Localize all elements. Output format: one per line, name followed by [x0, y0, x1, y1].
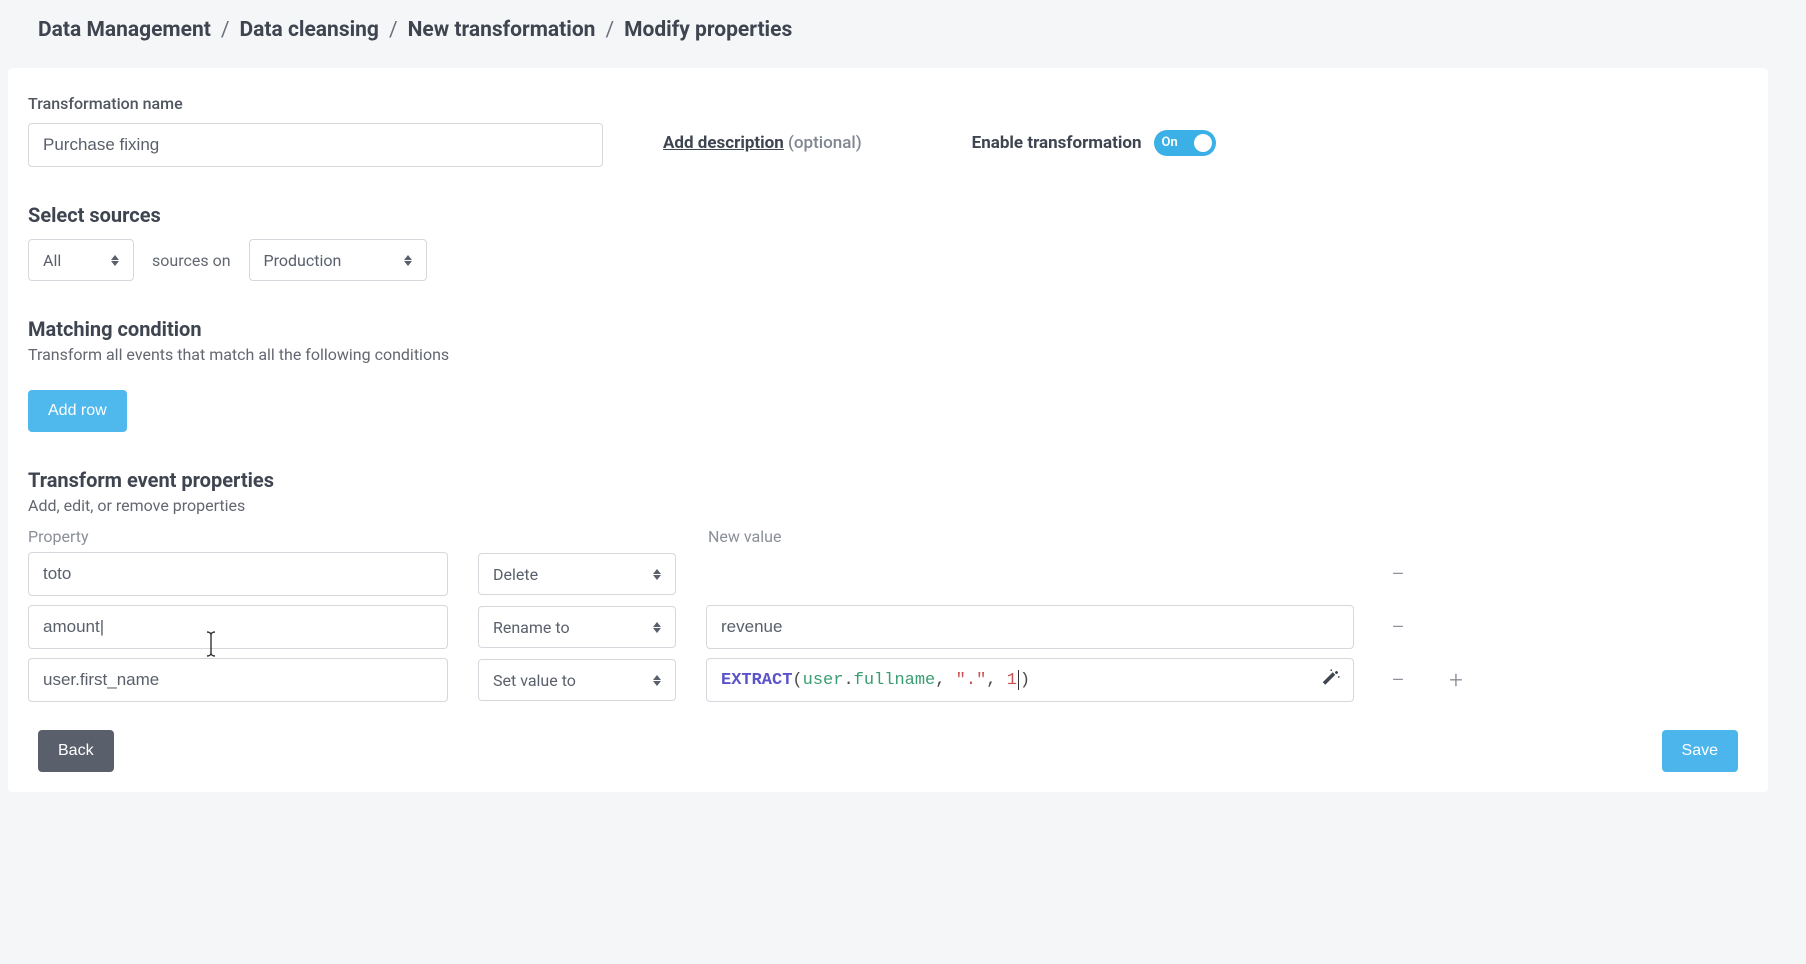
save-button[interactable]: Save	[1662, 730, 1738, 772]
expression-input[interactable]: EXTRACT(user.fullname, ".", 1)	[706, 658, 1354, 702]
breadcrumb-sep: /	[221, 18, 230, 42]
transformation-name-input[interactable]	[28, 123, 603, 167]
enable-transformation-label: Enable transformation	[972, 133, 1142, 153]
add-row-button[interactable]: Add row	[28, 390, 127, 432]
magic-wand-icon[interactable]	[1323, 668, 1341, 692]
remove-row-button[interactable]: −	[1384, 666, 1412, 694]
column-property-label: Property	[28, 527, 448, 546]
breadcrumb-item-4[interactable]: Modify properties	[624, 18, 792, 42]
expr-arg: user	[803, 671, 844, 690]
source-env-value: Production	[264, 251, 342, 270]
chevron-updown-icon	[111, 255, 119, 266]
remove-row-button[interactable]: −	[1384, 560, 1412, 588]
action-value: Set value to	[493, 671, 576, 690]
column-new-value-label: New value	[708, 527, 781, 546]
matching-condition-title: Matching condition	[28, 317, 1748, 341]
action-select[interactable]: Set value to	[478, 659, 676, 701]
chevron-updown-icon	[653, 622, 661, 633]
chevron-updown-icon	[653, 675, 661, 686]
remove-row-button[interactable]: −	[1384, 613, 1412, 641]
property-row: Rename to −	[28, 605, 1748, 649]
breadcrumb-item-3[interactable]: New transformation	[408, 18, 596, 42]
cursor-caret	[1018, 670, 1019, 690]
action-select[interactable]: Rename to	[478, 606, 676, 648]
add-description-link[interactable]: Add description	[663, 133, 784, 153]
expr-fn: EXTRACT	[721, 671, 792, 690]
source-env-select[interactable]: Production	[249, 239, 427, 281]
breadcrumb: Data Management / Data cleansing / New t…	[0, 0, 1806, 60]
new-value-input[interactable]	[706, 605, 1354, 649]
property-input[interactable]	[28, 605, 448, 649]
expr-arg: "."	[956, 671, 987, 690]
property-input[interactable]	[28, 552, 448, 596]
add-description: Add description (optional)	[663, 133, 862, 153]
action-value: Delete	[493, 565, 538, 584]
toggle-knob	[1194, 134, 1212, 152]
main-content: Transformation name Add description (opt…	[8, 68, 1768, 792]
property-input[interactable]	[28, 658, 448, 702]
sources-on-label: sources on	[152, 251, 231, 270]
source-scope-value: All	[43, 251, 61, 270]
transform-props-title: Transform event properties	[28, 468, 1748, 492]
toggle-state-label: On	[1162, 135, 1178, 150]
transformation-name-label: Transformation name	[28, 94, 603, 113]
chevron-updown-icon	[653, 569, 661, 580]
breadcrumb-item-1[interactable]: Data Management	[38, 18, 211, 42]
expr-arg: fullname	[854, 671, 936, 690]
action-select[interactable]: Delete	[478, 553, 676, 595]
source-scope-select[interactable]: All	[28, 239, 134, 281]
breadcrumb-sep: /	[389, 18, 398, 42]
back-button[interactable]: Back	[38, 730, 114, 772]
select-sources-title: Select sources	[28, 203, 1748, 227]
breadcrumb-item-2[interactable]: Data cleansing	[240, 18, 379, 42]
property-row: Set value to EXTRACT(user.fullname, ".",…	[28, 658, 1748, 702]
chevron-updown-icon	[404, 255, 412, 266]
expr-arg: 1	[1007, 671, 1017, 690]
property-row: Delete −	[28, 552, 1748, 596]
optional-label: (optional)	[788, 133, 862, 153]
matching-condition-sub: Transform all events that match all the …	[28, 345, 1748, 364]
transform-props-sub: Add, edit, or remove properties	[28, 496, 1748, 515]
enable-transformation-toggle[interactable]: On	[1154, 130, 1216, 156]
add-row-button-inline[interactable]: +	[1442, 666, 1470, 694]
action-value: Rename to	[493, 618, 570, 637]
breadcrumb-sep: /	[605, 18, 614, 42]
